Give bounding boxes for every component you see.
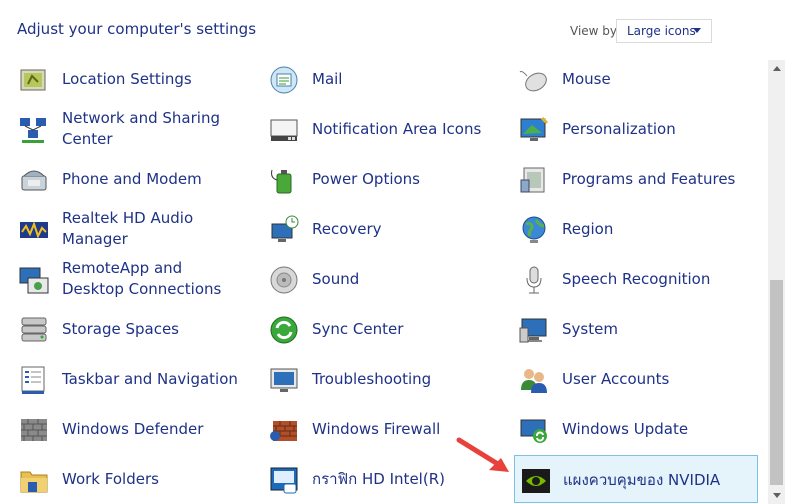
item-label: User Accounts xyxy=(562,369,670,388)
item-location-settings[interactable]: Location Settings xyxy=(0,55,245,103)
item-label: Recovery xyxy=(312,219,382,238)
item-remoteapp-and-desktop[interactable]: RemoteApp and Desktop Connections xyxy=(0,255,245,303)
region-globe-icon xyxy=(518,214,550,246)
item-programs-and-features[interactable]: Programs and Features xyxy=(500,155,745,203)
view-by-dropdown[interactable]: Large icons xyxy=(616,19,712,43)
item-label: Location Settings xyxy=(62,69,192,88)
nvidia-icon xyxy=(520,465,552,497)
defender-wall-icon xyxy=(18,414,50,446)
item-system[interactable]: System xyxy=(500,305,745,353)
item-troubleshooting[interactable]: Troubleshooting xyxy=(250,355,495,403)
troubleshooting-icon xyxy=(268,364,300,396)
mail-icon xyxy=(268,64,300,96)
microphone-icon xyxy=(518,264,550,296)
item-speech-recognition[interactable]: Speech Recognition xyxy=(500,255,745,303)
item-recovery[interactable]: Recovery xyxy=(250,205,495,253)
item-label: Work Folders xyxy=(62,469,159,488)
item-region[interactable]: Region xyxy=(500,205,745,253)
item-label: Personalization xyxy=(562,119,676,138)
item-windows-defender[interactable]: Windows Defender xyxy=(0,405,245,453)
view-by-value: Large icons xyxy=(627,24,696,38)
item-mouse[interactable]: Mouse xyxy=(500,55,745,103)
audio-manager-icon xyxy=(18,214,50,246)
control-panel-items: Location Settings Mail Mouse Network and… xyxy=(0,55,768,504)
chevron-down-icon xyxy=(693,28,701,33)
mouse-icon xyxy=(518,64,550,96)
sync-icon xyxy=(268,314,300,346)
item-realtek-hd-audio-manager[interactable]: Realtek HD Audio Manager xyxy=(0,205,245,253)
item-label: Notification Area Icons xyxy=(312,119,482,138)
item-network-and-sharing[interactable]: Network and Sharing Center xyxy=(0,105,245,153)
system-monitor-icon xyxy=(518,314,550,346)
personalization-icon xyxy=(518,114,550,146)
remote-desktop-icon xyxy=(18,264,50,296)
page-title: Adjust your computer's settings xyxy=(17,20,257,38)
taskbar-icon xyxy=(18,364,50,396)
item-label: Programs and Features xyxy=(562,169,736,188)
view-by-label: View by: xyxy=(570,24,621,38)
item-notification-area-icons[interactable]: Notification Area Icons xyxy=(250,105,495,153)
item-work-folders[interactable]: Work Folders xyxy=(0,455,245,503)
item-windows-update[interactable]: Windows Update xyxy=(500,405,745,453)
phone-icon xyxy=(18,164,50,196)
item-power-options[interactable]: Power Options xyxy=(250,155,495,203)
item-label: Region xyxy=(562,219,614,238)
recovery-icon xyxy=(268,214,300,246)
item-label: Troubleshooting xyxy=(312,369,432,388)
item-label: Power Options xyxy=(312,169,420,188)
programs-icon xyxy=(518,164,550,196)
item-label: Speech Recognition xyxy=(562,269,711,288)
scroll-up-arrow-icon[interactable] xyxy=(768,60,785,77)
item-user-accounts[interactable]: User Accounts xyxy=(500,355,745,403)
scroll-thumb[interactable] xyxy=(770,280,783,485)
item-label: Realtek HD Audio Manager xyxy=(62,209,194,248)
item-label: Sync Center xyxy=(312,319,404,338)
location-icon xyxy=(18,64,50,96)
intel-graphics-icon xyxy=(268,464,300,496)
item-label: แผงควบคุมของ NVIDIA xyxy=(563,470,721,489)
item-label: RemoteApp and Desktop Connections xyxy=(62,259,222,298)
storage-icon xyxy=(18,314,50,346)
item-label: Windows Update xyxy=(562,419,689,438)
windows-update-icon xyxy=(518,414,550,446)
notification-area-icon xyxy=(268,114,300,146)
power-icon xyxy=(268,164,300,196)
item-sound[interactable]: Sound xyxy=(250,255,495,303)
item-label: Windows Defender xyxy=(62,419,204,438)
item-label: Sound xyxy=(312,269,360,288)
annotation-arrow-icon xyxy=(456,437,509,472)
item-taskbar-and-navigation[interactable]: Taskbar and Navigation xyxy=(0,355,245,403)
item-label: Mail xyxy=(312,69,343,88)
item-personalization[interactable]: Personalization xyxy=(500,105,745,153)
header: Adjust your computer's settings View by:… xyxy=(0,0,785,60)
network-icon xyxy=(18,114,50,146)
item-label: Mouse xyxy=(562,69,611,88)
users-icon xyxy=(518,364,550,396)
folder-icon xyxy=(18,464,50,496)
item-nvidia-control-panel[interactable]: แผงควบคุมของ NVIDIA xyxy=(514,455,758,503)
firewall-icon xyxy=(268,414,300,446)
item-label: Taskbar and Navigation xyxy=(62,369,238,388)
item-sync-center[interactable]: Sync Center xyxy=(250,305,495,353)
item-mail[interactable]: Mail xyxy=(250,55,495,103)
item-label: Phone and Modem xyxy=(62,169,202,188)
item-storage-spaces[interactable]: Storage Spaces xyxy=(0,305,245,353)
vertical-scrollbar[interactable] xyxy=(768,60,785,504)
item-label: System xyxy=(562,319,618,338)
item-label: Storage Spaces xyxy=(62,319,179,338)
item-label: Network and Sharing Center xyxy=(62,109,220,148)
item-phone-and-modem[interactable]: Phone and Modem xyxy=(0,155,245,203)
speaker-icon xyxy=(268,264,300,296)
scroll-down-arrow-icon[interactable] xyxy=(768,487,785,504)
